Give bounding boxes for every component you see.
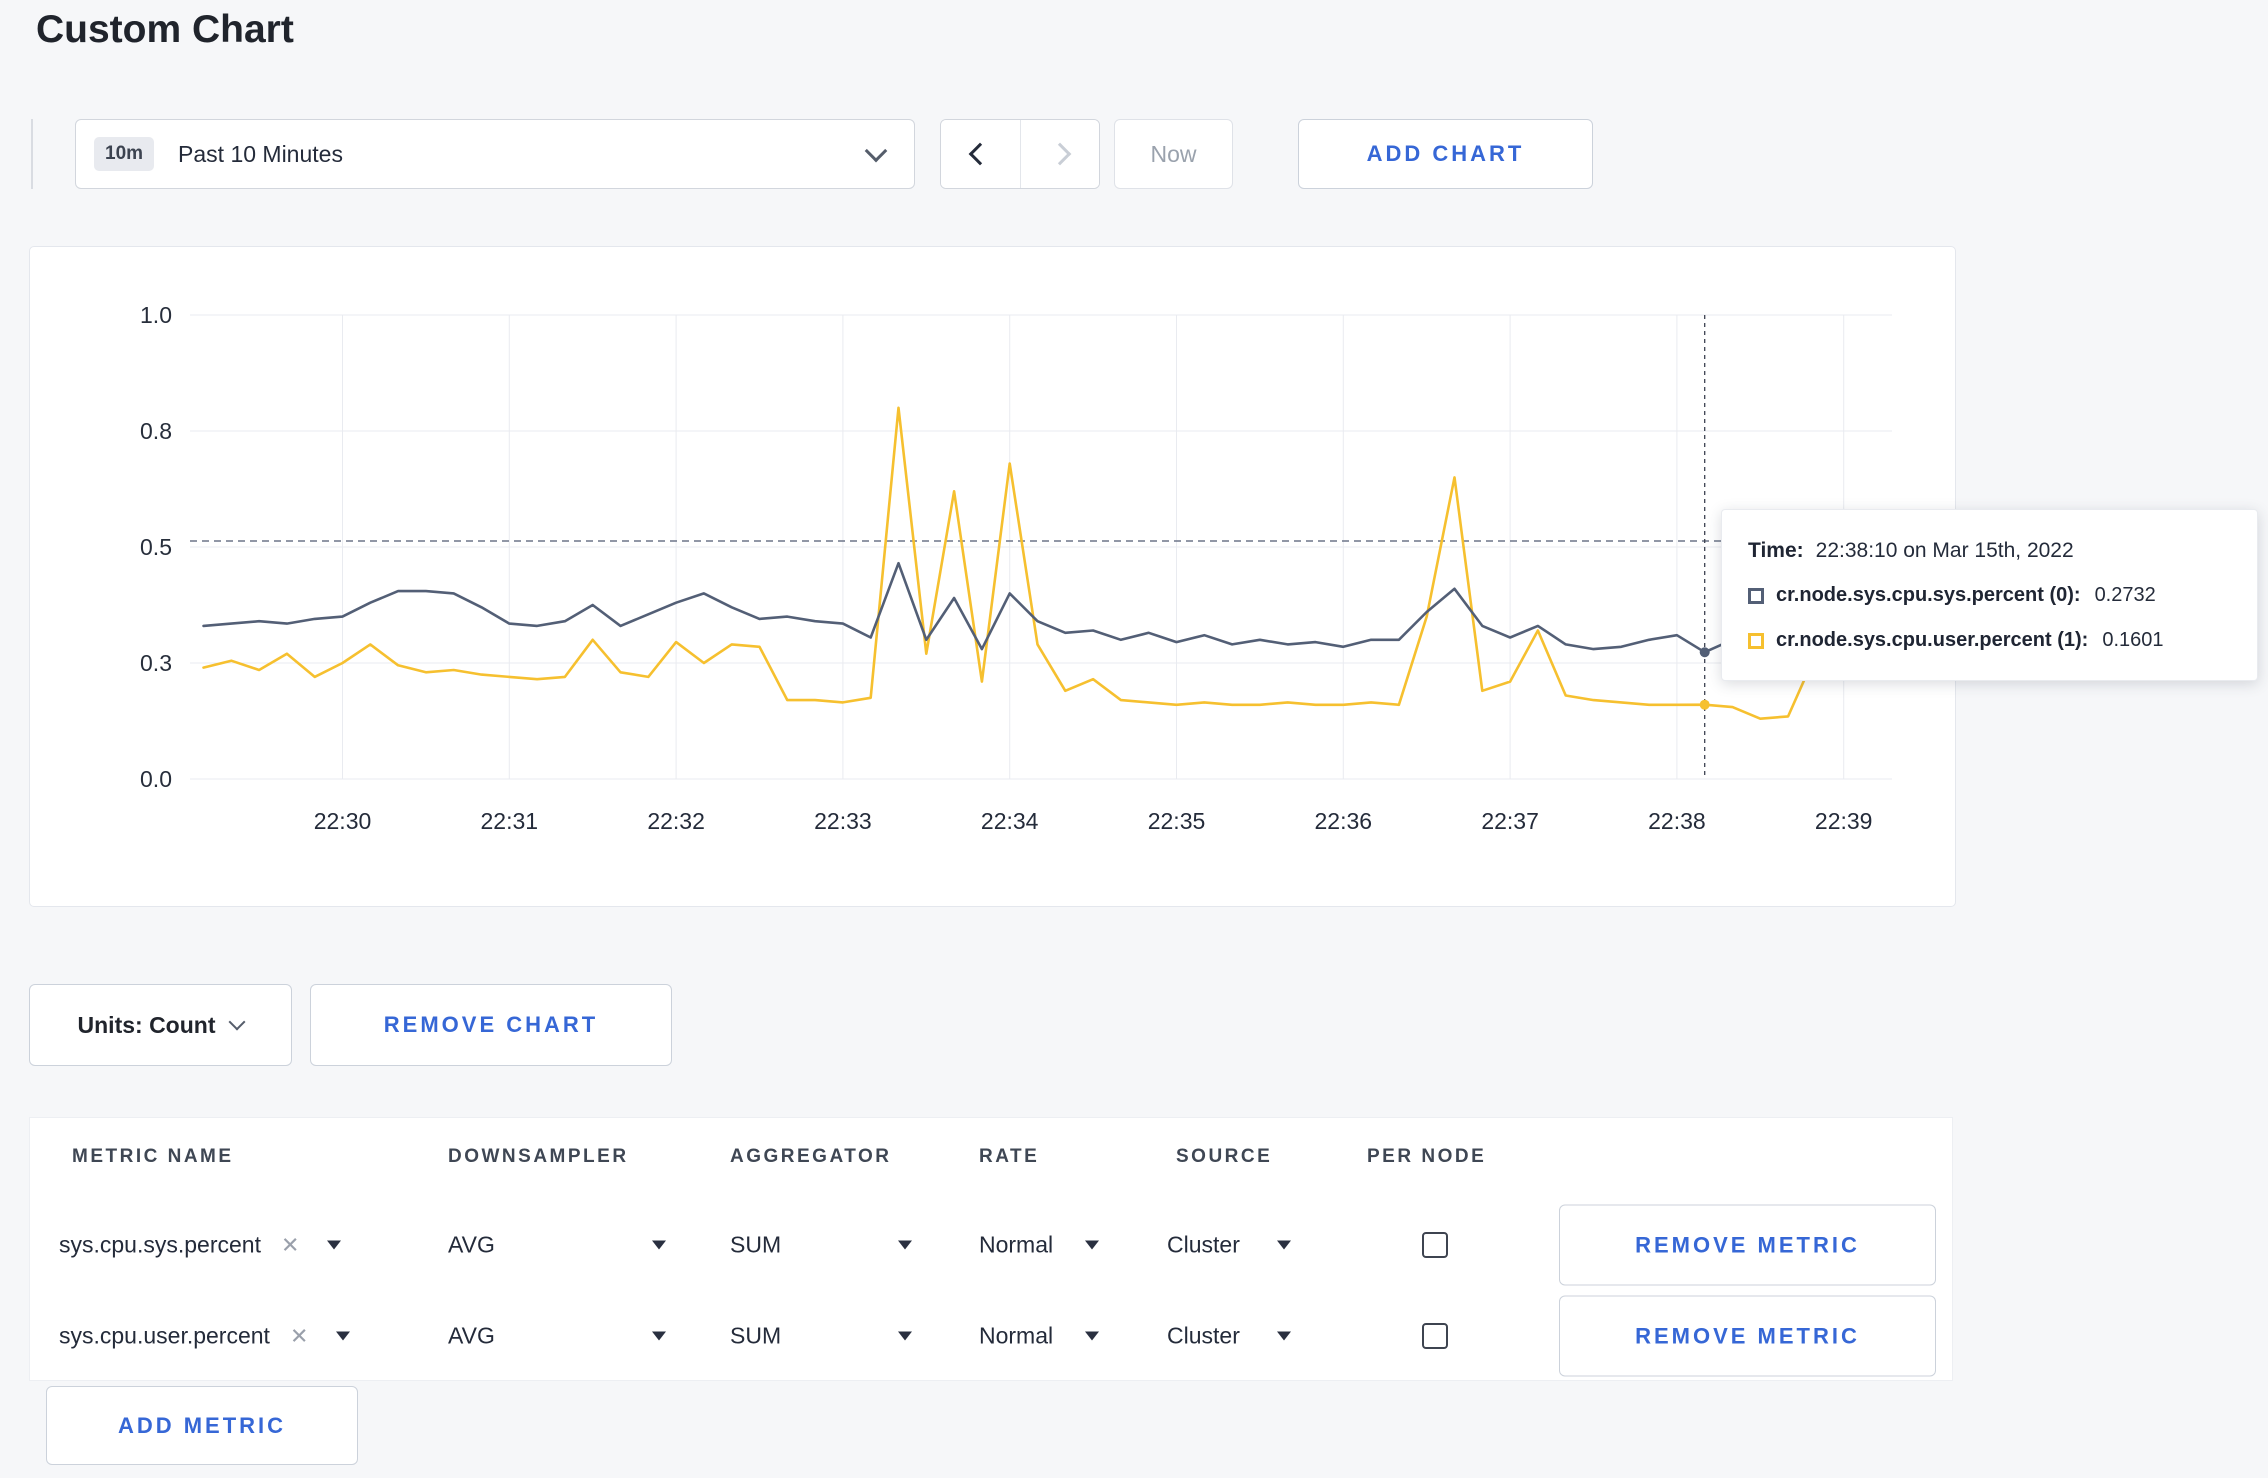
rate-value: Normal xyxy=(979,1322,1054,1349)
source-select[interactable]: Cluster xyxy=(1167,1232,1291,1259)
svg-text:0.5: 0.5 xyxy=(140,534,172,560)
svg-text:0.8: 0.8 xyxy=(140,418,172,444)
per-node-checkbox[interactable] xyxy=(1422,1232,1448,1258)
metric-name-label: sys.cpu.user.percent xyxy=(59,1322,270,1349)
column-header-aggregator: AGGREGATOR xyxy=(730,1146,892,1167)
custom-chart-page: Custom Chart 10m Past 10 Minutes Now ADD… xyxy=(0,0,2268,1478)
page-title: Custom Chart xyxy=(36,8,294,51)
svg-text:22:30: 22:30 xyxy=(314,808,372,834)
add-metric-button[interactable]: ADD METRIC xyxy=(46,1386,358,1465)
tooltip-metric-value: 0.2732 xyxy=(2094,584,2156,606)
metric-row: sys.cpu.sys.percent ✕ AVG SUM Normal Clu… xyxy=(30,1200,1952,1290)
svg-text:22:31: 22:31 xyxy=(481,808,539,834)
aggregator-value: SUM xyxy=(730,1322,782,1349)
source-value: Cluster xyxy=(1167,1322,1240,1349)
downsampler-value: AVG xyxy=(448,1322,495,1349)
column-header-downsampler: DOWNSAMPLER xyxy=(448,1146,629,1167)
series-user-swatch-icon xyxy=(1748,632,1764,649)
time-range-label: Past 10 Minutes xyxy=(178,140,343,167)
time-range-badge: 10m xyxy=(94,137,155,171)
svg-text:22:32: 22:32 xyxy=(647,808,705,834)
source-value: Cluster xyxy=(1167,1231,1240,1258)
caret-down-icon xyxy=(336,1331,351,1341)
column-header-per-node: PER NODE xyxy=(1367,1146,1487,1167)
now-button[interactable]: Now xyxy=(1114,119,1233,189)
source-select[interactable]: Cluster xyxy=(1167,1323,1291,1350)
rate-select[interactable]: Normal xyxy=(979,1232,1099,1259)
svg-text:22:36: 22:36 xyxy=(1315,808,1373,834)
series-sys-swatch-icon xyxy=(1748,587,1764,604)
caret-down-icon xyxy=(1085,1240,1099,1250)
svg-text:22:39: 22:39 xyxy=(1815,808,1873,834)
metric-row: sys.cpu.user.percent ✕ AVG SUM Normal Cl… xyxy=(30,1291,1952,1381)
remove-chart-button[interactable]: REMOVE CHART xyxy=(310,984,672,1066)
svg-text:22:34: 22:34 xyxy=(981,808,1039,834)
rate-value: Normal xyxy=(979,1231,1054,1258)
svg-text:0.0: 0.0 xyxy=(140,766,172,792)
caret-down-icon xyxy=(1277,1331,1291,1341)
tooltip-series-row: cr.node.sys.cpu.sys.percent (0): 0.2732 xyxy=(1748,573,2231,618)
column-header-rate: RATE xyxy=(979,1146,1040,1167)
tooltip-metric-label: cr.node.sys.cpu.user.percent (1): xyxy=(1776,629,2089,651)
chevron-left-icon xyxy=(968,142,992,166)
remove-metric-button[interactable]: REMOVE METRIC xyxy=(1559,1204,1936,1286)
downsampler-select[interactable]: AVG xyxy=(448,1232,666,1259)
per-node-cell xyxy=(1422,1232,1448,1258)
caret-down-icon xyxy=(327,1240,342,1250)
downsampler-select[interactable]: AVG xyxy=(448,1323,666,1350)
column-header-metric-name: METRIC NAME xyxy=(72,1146,234,1167)
tooltip-time-row: Time: 22:38:10 on Mar 15th, 2022 xyxy=(1748,528,2231,573)
toolbar-divider xyxy=(31,119,33,189)
tooltip-series-row: cr.node.sys.cpu.user.percent (1): 0.1601 xyxy=(1748,618,2231,663)
aggregator-select[interactable]: SUM xyxy=(730,1323,912,1350)
caret-down-icon xyxy=(652,1331,666,1341)
units-dropdown[interactable]: Units: Count xyxy=(29,984,292,1066)
per-node-checkbox[interactable] xyxy=(1422,1323,1448,1349)
caret-down-icon xyxy=(898,1240,912,1250)
svg-text:22:37: 22:37 xyxy=(1481,808,1539,834)
chevron-right-icon xyxy=(1048,142,1072,166)
per-node-cell xyxy=(1422,1323,1448,1349)
tooltip-time-value: 22:38:10 on Mar 15th, 2022 xyxy=(1815,538,2074,562)
metrics-table: METRIC NAME DOWNSAMPLER AGGREGATOR RATE … xyxy=(29,1117,1953,1381)
caret-down-icon xyxy=(652,1240,666,1250)
add-chart-button[interactable]: ADD CHART xyxy=(1298,119,1593,189)
metrics-line-chart[interactable]: 0.0 0.3 0.5 0.8 1.0 22:30 22:31 22:32 22:33 22:34… xyxy=(30,247,1955,906)
caret-down-icon xyxy=(1085,1331,1099,1341)
time-range-dropdown[interactable]: 10m Past 10 Minutes xyxy=(75,119,915,189)
svg-text:0.3: 0.3 xyxy=(140,650,172,676)
aggregator-value: SUM xyxy=(730,1231,782,1258)
remove-metric-x-icon[interactable]: ✕ xyxy=(281,1232,299,1258)
metric-name-select[interactable]: sys.cpu.user.percent ✕ xyxy=(59,1322,351,1350)
time-prev-button[interactable] xyxy=(941,120,1020,188)
remove-metric-x-icon[interactable]: ✕ xyxy=(290,1323,308,1349)
svg-text:1.0: 1.0 xyxy=(140,302,172,328)
chevron-down-icon xyxy=(864,139,888,163)
tooltip-metric-value: 0.1601 xyxy=(2102,629,2164,651)
chart-card: 0.0 0.3 0.5 0.8 1.0 22:30 22:31 22:32 22:33 22:34… xyxy=(29,246,1956,907)
svg-text:22:38: 22:38 xyxy=(1648,808,1706,834)
chevron-down-icon xyxy=(228,1013,246,1031)
metric-name-select[interactable]: sys.cpu.sys.percent ✕ xyxy=(59,1231,342,1259)
aggregator-select[interactable]: SUM xyxy=(730,1232,912,1259)
units-label: Units: Count xyxy=(77,1011,216,1038)
metric-name-label: sys.cpu.sys.percent xyxy=(59,1231,261,1258)
svg-text:22:33: 22:33 xyxy=(814,808,872,834)
column-header-source: SOURCE xyxy=(1176,1146,1273,1167)
chart-tooltip: Time: 22:38:10 on Mar 15th, 2022 cr.node… xyxy=(1721,509,2258,681)
caret-down-icon xyxy=(898,1331,912,1341)
time-nav-group xyxy=(940,119,1100,189)
remove-metric-button[interactable]: REMOVE METRIC xyxy=(1559,1295,1936,1377)
downsampler-value: AVG xyxy=(448,1231,495,1258)
rate-select[interactable]: Normal xyxy=(979,1323,1099,1350)
tooltip-time-label: Time: xyxy=(1748,538,1804,562)
svg-text:22:35: 22:35 xyxy=(1148,808,1206,834)
time-next-button[interactable] xyxy=(1019,120,1099,188)
tooltip-metric-label: cr.node.sys.cpu.sys.percent (0): xyxy=(1776,584,2081,606)
caret-down-icon xyxy=(1277,1240,1291,1250)
